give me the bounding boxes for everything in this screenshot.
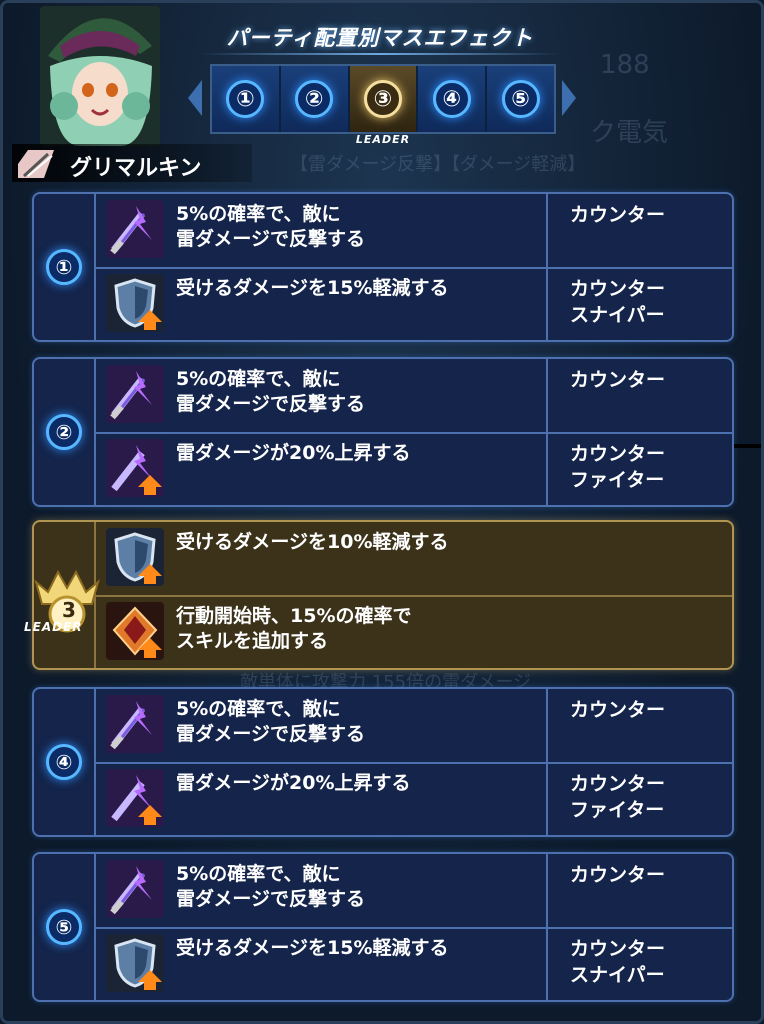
effect-text: 5%の確率で、敵に 雷ダメージで反撃する — [176, 368, 366, 415]
effect-type: カウンター — [546, 854, 736, 928]
lightning-sword-icon — [106, 365, 164, 423]
effect-type: カウンター ファイター — [546, 763, 736, 837]
bg-text-b: 【雷ダメージ反撃】【ダメージ軽減】 — [290, 154, 586, 175]
effect-text: 5%の確率で、敵に 雷ダメージで反撃する — [176, 203, 366, 250]
character-portrait — [40, 6, 160, 146]
tab-slot-2[interactable]: ② — [280, 66, 348, 132]
lightning-sword-icon — [106, 200, 164, 258]
unit-name: グリマルキン — [70, 156, 202, 181]
effect-text: 受けるダメージを10%軽減する — [176, 531, 449, 553]
slot-number: ① — [46, 249, 82, 285]
effect-text: 雷ダメージが20%上昇する — [176, 772, 411, 794]
bg-text-a: ク電気 — [590, 118, 669, 148]
tab-number: ④ — [432, 80, 471, 118]
effect-text: 雷ダメージが20%上昇する — [176, 442, 411, 464]
lightning-sword-icon — [106, 860, 164, 918]
shield-up-icon — [106, 528, 164, 586]
lightning-sword-up-icon — [106, 439, 164, 497]
prev-arrow-icon[interactable] — [188, 80, 202, 116]
slot-number: ④ — [46, 744, 82, 780]
leader-label: LEADER — [24, 620, 83, 634]
effect-type: カウンター スナイパー — [546, 928, 736, 1002]
effect-row: 5%の確率で、敵に 雷ダメージで反撃する カウンター — [96, 689, 732, 763]
slot-block-2: ② 5%の確率で、敵に 雷ダメージで反撃する カウンター 雷ダメージが20%上昇するカ… — [32, 357, 734, 507]
effect-row: 行動開始時、15%の確率で スキルを追加する — [96, 596, 732, 670]
effect-text: 行動開始時、15%の確率で スキルを追加する — [176, 605, 412, 652]
effect-row: 受けるダメージを15%軽減する カウンター スナイパー — [96, 268, 732, 342]
slot-block-4: ④ 5%の確率で、敵に 雷ダメージで反撃する カウンター 雷ダメージが20%上昇するカ… — [32, 687, 734, 837]
effect-type: カウンター — [546, 359, 736, 433]
slot-number: ② — [46, 414, 82, 450]
next-arrow-icon[interactable] — [562, 80, 576, 116]
lightning-sword-icon — [106, 695, 164, 753]
tab-number: ⑤ — [501, 80, 540, 118]
tab-slot-4[interactable]: ④ — [418, 66, 486, 132]
tab-leader-label: LEADER — [355, 133, 411, 146]
tab-slot-1[interactable]: ① — [212, 66, 279, 132]
tab-number: ① — [226, 80, 265, 118]
effect-text: 5%の確率で、敵に 雷ダメージで反撃する — [176, 698, 366, 745]
effect-row: 5%の確率で、敵に 雷ダメージで反撃する カウンター — [96, 854, 732, 928]
slot-number-cell: ② — [34, 359, 96, 505]
slot-block-3: 3 LEADER 受けるダメージを10%軽減する行動開始時、15%の確率で スキルを… — [24, 520, 734, 670]
effect-row: 受けるダメージを15%軽減する カウンター スナイパー — [96, 928, 732, 1002]
slot-number-cell: 3 LEADER — [24, 522, 100, 668]
side-marker — [734, 444, 764, 448]
effect-type: カウンター スナイパー — [546, 268, 736, 342]
row-divider — [96, 432, 732, 434]
row-divider — [96, 762, 732, 764]
effect-text: 5%の確率で、敵に 雷ダメージで反撃する — [176, 863, 366, 910]
slot-tabs: ① ② ③ LEADER ④ ⑤ — [210, 64, 556, 146]
slot-number-cell: ① — [34, 194, 96, 340]
effect-row: 受けるダメージを10%軽減する — [96, 522, 732, 596]
effect-row: 雷ダメージが20%上昇する カウンター ファイター — [96, 433, 732, 507]
title-underline — [200, 53, 560, 55]
bg-counter: 188 — [600, 50, 650, 80]
slot-number: ⑤ — [46, 909, 82, 945]
slot-block-1: ① 5%の確率で、敵に 雷ダメージで反撃する カウンター 受けるダメージを15%軽減す… — [32, 192, 734, 342]
row-divider — [96, 267, 732, 269]
tab-number: ② — [295, 80, 334, 118]
lightning-sword-up-icon — [106, 769, 164, 827]
shield-up-icon — [106, 274, 164, 332]
slot-number-cell: ⑤ — [34, 854, 96, 1000]
tab-slot-5[interactable]: ⑤ — [487, 66, 554, 132]
effect-row: 5%の確率で、敵に 雷ダメージで反撃する カウンター — [96, 359, 732, 433]
effect-text: 受けるダメージを15%軽減する — [176, 937, 449, 959]
slot-block-5: ⑤ 5%の確率で、敵に 雷ダメージで反撃する カウンター 受けるダメージを15%軽減す… — [32, 852, 734, 1002]
page-title: パーティ配置別マスエフェクト — [226, 26, 534, 50]
effect-type: カウンター ファイター — [546, 433, 736, 507]
tab-slot-3[interactable]: ③ LEADER — [349, 66, 417, 146]
tab-number: ③ — [363, 80, 402, 118]
row-divider — [96, 595, 732, 597]
slot-number: 3 — [62, 598, 76, 622]
shield-up-icon — [106, 934, 164, 992]
skill-gem-up-icon — [106, 602, 164, 660]
effect-type: カウンター — [546, 689, 736, 763]
effect-text: 受けるダメージを15%軽減する — [176, 277, 449, 299]
effect-row: 5%の確率で、敵に 雷ダメージで反撃する カウンター — [96, 194, 732, 268]
row-divider — [96, 927, 732, 929]
weapon-icon — [18, 150, 54, 178]
effect-row: 雷ダメージが20%上昇する カウンター ファイター — [96, 763, 732, 837]
effect-type: カウンター — [546, 194, 736, 268]
slot-number-cell: ④ — [34, 689, 96, 835]
